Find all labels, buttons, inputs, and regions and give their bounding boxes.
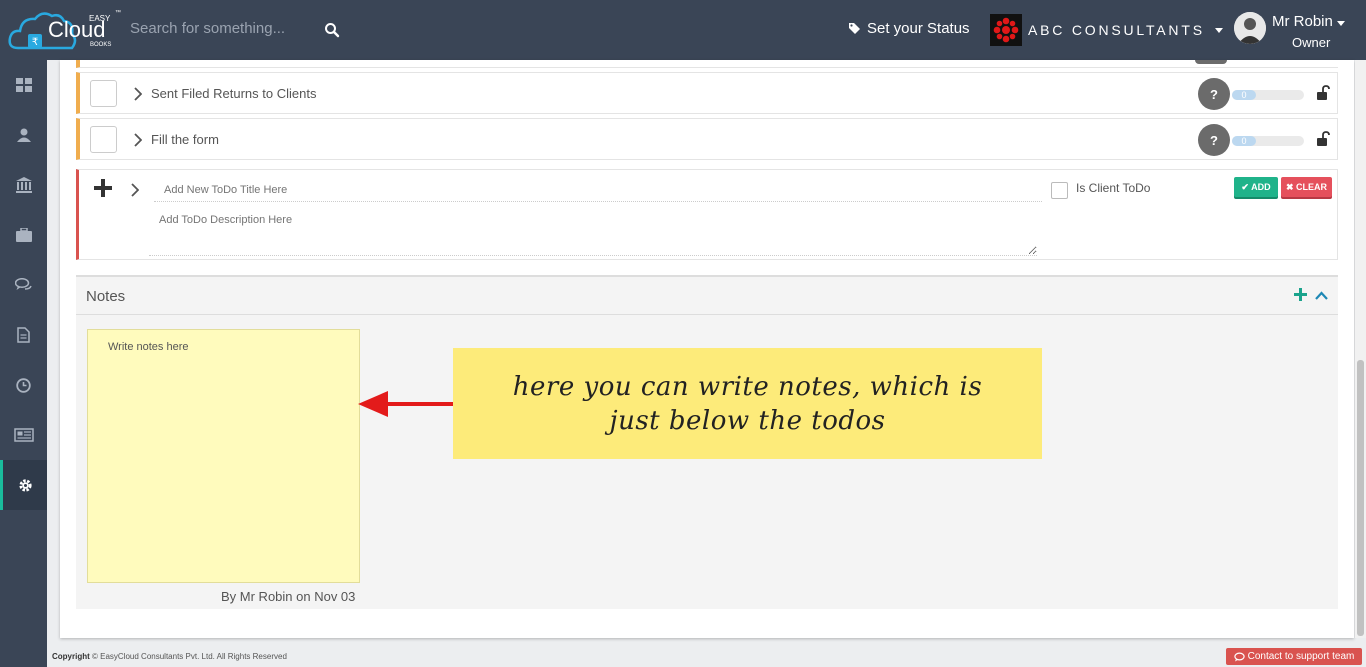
user-name: Mr Robin — [1272, 13, 1345, 30]
newspaper-icon — [13, 428, 34, 442]
company-name: ABC CONSULTANTS — [1028, 22, 1205, 38]
new-todo-form: Is Client ToDo ✔ ADD ✖ CLEAR — [76, 169, 1338, 260]
progress-value: 0 — [1232, 90, 1256, 100]
help-button-partial — [1195, 60, 1227, 64]
footer-copyright: Copyright © EasyCloud Consultants Pvt. L… — [52, 652, 287, 661]
chat-icon — [14, 278, 32, 290]
sidebar — [0, 60, 47, 667]
todo-title-input[interactable] — [154, 178, 1042, 202]
notes-header: Notes — [76, 277, 1338, 315]
chevron-down-icon — [1336, 21, 1345, 26]
search-input[interactable]: Search for something... — [130, 20, 285, 37]
chevron-right-icon[interactable] — [134, 87, 142, 101]
note-author: By Mr Robin on Nov 03 — [221, 589, 356, 604]
client-todo-checkbox[interactable] — [1051, 182, 1068, 199]
sidebar-item-documents[interactable] — [0, 310, 47, 360]
note-placeholder: Write notes here — [108, 341, 189, 353]
notes-title: Notes — [86, 288, 126, 305]
sidebar-item-briefcase[interactable] — [0, 210, 47, 260]
top-bar: ₹ Cloud EASY BOOKS ™ Search for somethin… — [0, 0, 1366, 60]
add-todo-button[interactable]: ✔ ADD — [1234, 177, 1278, 197]
callout-text: here you can write notes, which is just … — [512, 371, 983, 436]
status-label: Set your Status — [867, 20, 970, 37]
company-logo — [990, 14, 1022, 46]
chat-icon — [1233, 651, 1245, 661]
unlock-icon[interactable] — [1316, 85, 1330, 101]
note-card[interactable]: Write notes here — [87, 329, 360, 583]
sidebar-item-settings[interactable] — [0, 460, 47, 510]
help-button[interactable]: ? — [1198, 124, 1230, 156]
contact-support-button[interactable]: Contact to support team — [1226, 648, 1362, 665]
svg-text:₹: ₹ — [32, 37, 38, 48]
client-todo-label: Is Client ToDo — [1076, 181, 1151, 195]
progress-value: 0 — [1232, 136, 1256, 146]
tag-icon — [849, 23, 860, 34]
sidebar-item-bank[interactable] — [0, 160, 47, 210]
todo-checkbox[interactable] — [90, 126, 117, 153]
bank-icon — [15, 177, 32, 193]
sidebar-item-time[interactable] — [0, 360, 47, 410]
arrow-left-icon — [358, 391, 454, 417]
user-icon — [16, 128, 31, 142]
unlock-icon[interactable] — [1316, 131, 1330, 147]
sidebar-item-chat[interactable] — [0, 260, 47, 310]
plus-icon[interactable] — [93, 178, 113, 198]
chevron-up-icon[interactable] — [1315, 291, 1328, 300]
todo-checkbox[interactable] — [90, 80, 117, 107]
annotation-callout: here you can write notes, which is just … — [453, 348, 1042, 459]
chevron-right-icon[interactable] — [131, 183, 139, 197]
briefcase-icon — [15, 228, 32, 242]
easycloud-logo[interactable]: ₹ Cloud EASY BOOKS ™ — [8, 4, 126, 56]
clear-todo-button[interactable]: ✖ CLEAR — [1281, 177, 1332, 197]
company-selector[interactable]: ABC CONSULTANTS — [990, 14, 1223, 46]
scrollbar[interactable] — [1355, 60, 1366, 638]
todo-row: Fill the form ? 0 — [76, 118, 1338, 160]
todo-title[interactable]: Fill the form — [151, 132, 219, 147]
sidebar-item-dashboard[interactable] — [0, 60, 47, 110]
sidebar-item-users[interactable] — [0, 110, 47, 160]
svg-text:BOOKS: BOOKS — [90, 42, 111, 48]
progress-bar: 0 — [1232, 136, 1304, 146]
todo-title[interactable]: Sent Filed Returns to Clients — [151, 86, 316, 101]
svg-text:EASY: EASY — [89, 14, 111, 23]
avatar — [1234, 12, 1266, 44]
todo-row-partial — [76, 60, 1338, 68]
clock-icon — [16, 377, 31, 393]
chevron-right-icon[interactable] — [134, 133, 142, 147]
add-note-icon[interactable] — [1294, 288, 1307, 301]
dashboard-icon — [15, 78, 32, 92]
progress-bar: 0 — [1232, 90, 1304, 100]
document-icon — [17, 327, 30, 343]
gear-icon — [18, 478, 32, 492]
scroll-thumb[interactable] — [1357, 360, 1364, 636]
chevron-down-icon — [1214, 27, 1223, 33]
user-menu[interactable]: Mr Robin Owner — [1234, 10, 1364, 54]
svg-text:™: ™ — [115, 9, 121, 16]
user-role: Owner — [1292, 35, 1331, 50]
todo-row: Sent Filed Returns to Clients ? 0 — [76, 72, 1338, 114]
sidebar-item-news[interactable] — [0, 410, 47, 460]
search-icon[interactable] — [324, 22, 340, 38]
set-status-button[interactable]: Set your Status — [848, 20, 970, 37]
help-button[interactable]: ? — [1198, 78, 1230, 110]
todo-description-input[interactable] — [149, 210, 1037, 256]
